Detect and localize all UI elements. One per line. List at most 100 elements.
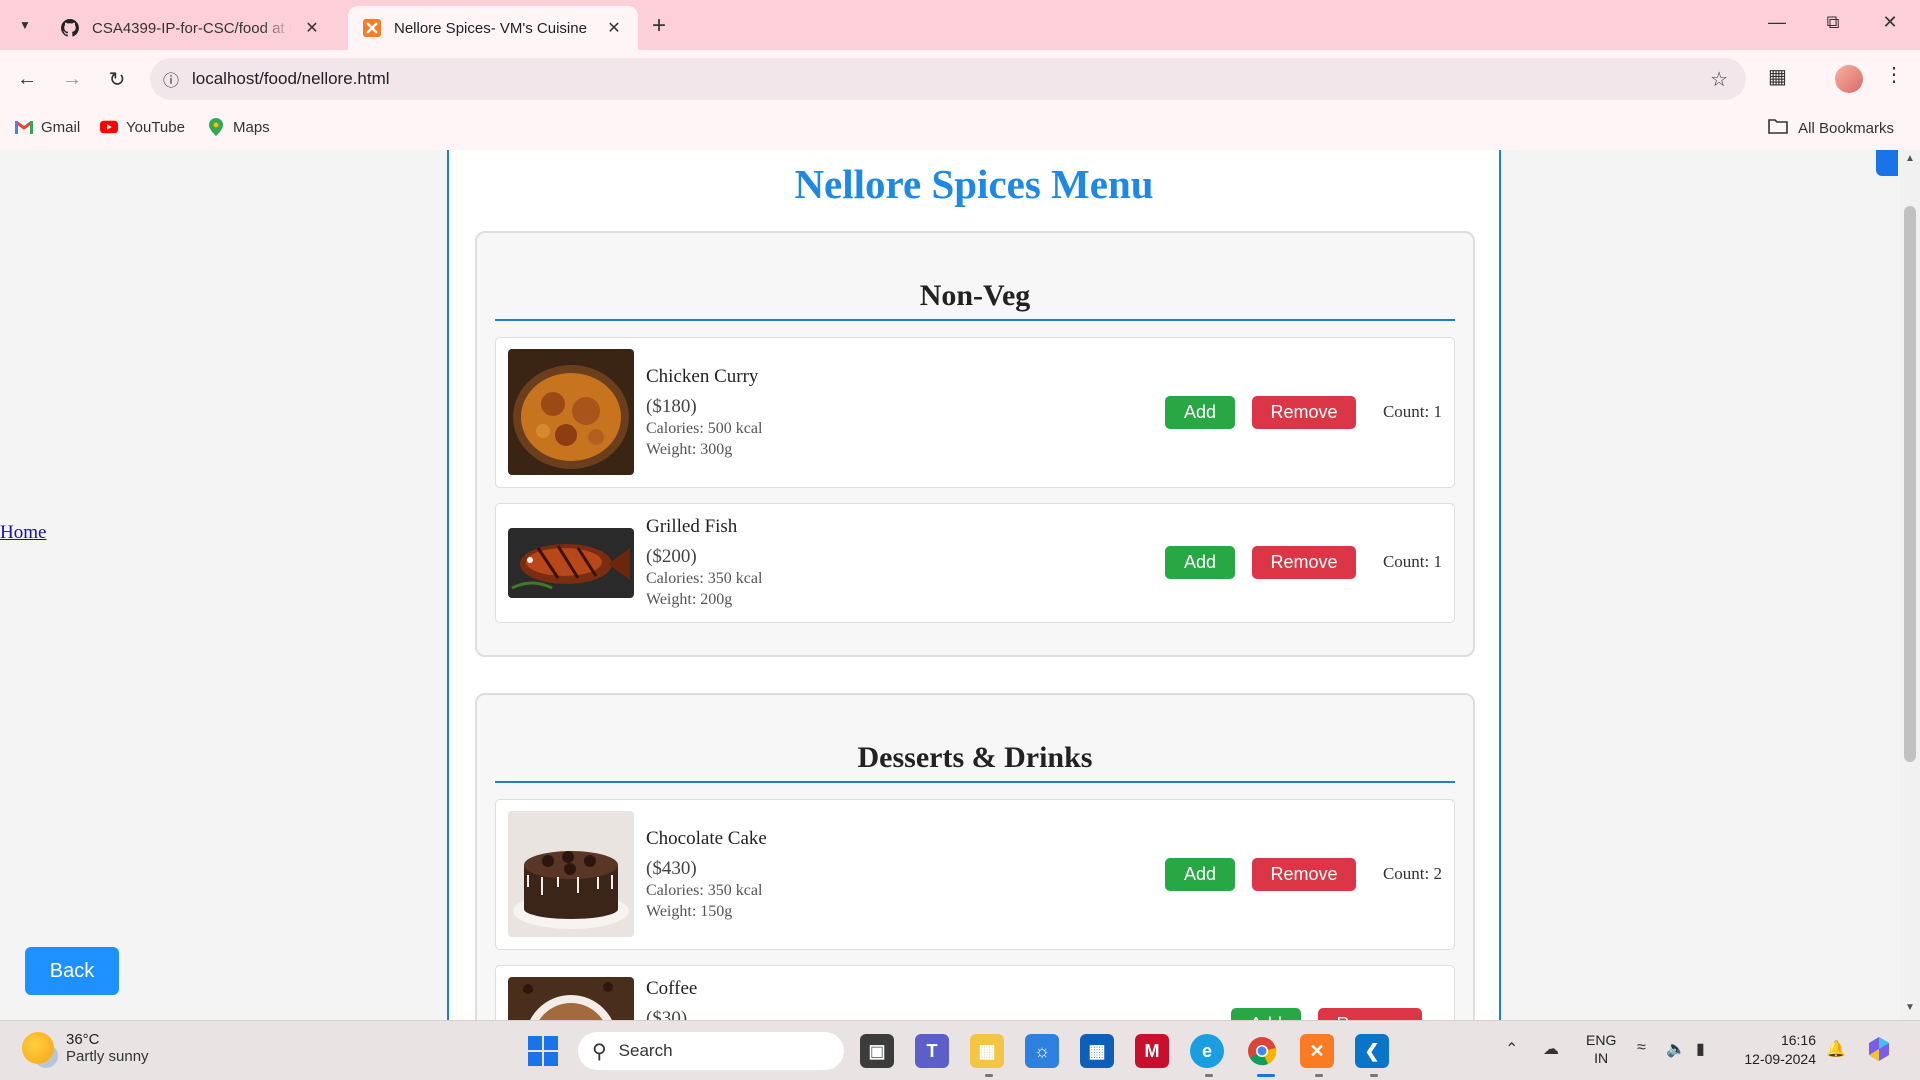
- scroll-down-icon[interactable]: ▼: [1905, 1002, 1915, 1013]
- running-indicator: [1370, 1074, 1378, 1077]
- taskbar-search[interactable]: ⚲ Search: [578, 1032, 844, 1070]
- all-bookmarks[interactable]: All Bookmarks: [1768, 118, 1894, 138]
- coffee-image: [508, 977, 634, 1020]
- menu-item: Chocolate Cake ($430) Calories: 350 kcal…: [495, 799, 1455, 950]
- menu-section-desserts-drinks: Desserts & Drinks Chocolate Cake ($430) …: [475, 693, 1475, 1020]
- bookmark-gmail[interactable]: Gmail: [15, 118, 80, 136]
- chevron-down-icon: ▼: [19, 18, 31, 32]
- remove-button[interactable]: Remove: [1252, 546, 1356, 579]
- notification-bell-icon[interactable]: 🔔: [1826, 1039, 1846, 1059]
- language-indicator[interactable]: ENG IN: [1586, 1031, 1616, 1067]
- wifi-icon[interactable]: ≈: [1637, 1039, 1646, 1057]
- avatar[interactable]: [1835, 65, 1863, 93]
- folder-icon: [1768, 118, 1788, 138]
- item-count: Count: 2: [1382, 864, 1442, 883]
- chocolate-cake-image: [508, 811, 634, 937]
- item-info: Chocolate Cake ($430) Calories: 350 kcal…: [646, 828, 767, 922]
- side-panel-tab[interactable]: [1876, 150, 1898, 176]
- battery-icon[interactable]: ▮: [1696, 1039, 1705, 1059]
- reload-icon[interactable]: ↻: [102, 64, 132, 94]
- tab-github[interactable]: CSA4399-IP-for-CSC/food at main ✕: [46, 6, 336, 50]
- onedrive-icon[interactable]: ☁: [1543, 1039, 1559, 1059]
- close-icon[interactable]: ✕: [302, 18, 322, 38]
- tab-strip: ▼ CSA4399-IP-for-CSC/food at main ✕ Nell…: [0, 0, 1920, 50]
- home-link[interactable]: Home: [0, 522, 46, 544]
- item-price: ($200): [646, 546, 697, 567]
- tray-overflow-icon[interactable]: ⌃: [1505, 1039, 1518, 1059]
- scrollbar[interactable]: ▲ ▼: [1900, 150, 1920, 1020]
- add-button[interactable]: Add: [1165, 546, 1235, 579]
- weather-app-icon[interactable]: ☼: [1025, 1034, 1059, 1068]
- item-info: Coffee ($30): [646, 978, 697, 1020]
- file-explorer-icon[interactable]: ▦: [970, 1034, 1004, 1068]
- remove-button[interactable]: Remove: [1252, 396, 1356, 429]
- add-button[interactable]: Add: [1165, 396, 1235, 429]
- menu-item: Coffee ($30) Add Remove: [495, 965, 1455, 1020]
- window-close-icon[interactable]: ✕: [1875, 12, 1905, 33]
- partly-sunny-icon: [22, 1032, 54, 1064]
- extensions-icon[interactable]: ▦: [1768, 64, 1787, 89]
- menu-container: Nellore Spices Menu Non-Veg Chicken Curr…: [447, 150, 1501, 1020]
- item-name: Coffee: [646, 978, 698, 999]
- active-indicator: [1257, 1074, 1275, 1077]
- add-button[interactable]: Add: [1231, 1008, 1301, 1020]
- bookmark-label: YouTube: [126, 118, 185, 136]
- close-icon[interactable]: ✕: [604, 18, 624, 38]
- restore-icon[interactable]: ⧉: [1818, 12, 1848, 33]
- teams-icon[interactable]: T: [915, 1034, 949, 1068]
- youtube-icon: [100, 118, 118, 136]
- new-tab-icon[interactable]: +: [652, 12, 666, 40]
- bookmarks-bar: Gmail YouTube Maps All Bookmarks: [0, 108, 1920, 150]
- minimize-icon[interactable]: —: [1762, 12, 1792, 33]
- all-bookmarks-label: All Bookmarks: [1798, 119, 1894, 137]
- xampp-taskbar-icon[interactable]: ✕: [1300, 1034, 1334, 1068]
- site-info-icon[interactable]: ⓘ: [150, 67, 192, 91]
- page-title: Nellore Spices Menu: [794, 161, 1154, 207]
- url-text[interactable]: localhost/food/nellore.html: [192, 69, 390, 89]
- tab-title: Nellore Spices- VM's Cuisine: [394, 19, 587, 37]
- task-view-icon[interactable]: ▣: [860, 1034, 894, 1068]
- add-button[interactable]: Add: [1165, 858, 1235, 891]
- scroll-up-icon[interactable]: ▲: [1905, 153, 1915, 164]
- search-placeholder: Search: [618, 1041, 673, 1060]
- browser-toolbar: ← → ↻ ⓘ localhost/food/nellore.html ☆ ▦ …: [0, 50, 1920, 108]
- tab-nellore-spices[interactable]: Nellore Spices- VM's Cuisine ✕: [348, 6, 638, 50]
- bookmark-label: Gmail: [41, 118, 81, 136]
- more-menu-icon[interactable]: ⋮: [1884, 62, 1904, 87]
- address-bar[interactable]: ⓘ localhost/food/nellore.html ☆: [150, 58, 1746, 100]
- chrome-icon[interactable]: [1245, 1034, 1279, 1068]
- bookmark-star-icon[interactable]: ☆: [1710, 67, 1728, 92]
- time: 16:16: [1780, 1032, 1816, 1048]
- item-name: Chicken Curry: [646, 366, 759, 387]
- vscode-icon[interactable]: ❮: [1355, 1034, 1389, 1068]
- back-button[interactable]: Back: [25, 947, 119, 995]
- item-price: ($430): [646, 858, 697, 879]
- copilot-icon[interactable]: [1865, 1035, 1893, 1068]
- bookmark-youtube[interactable]: YouTube: [100, 118, 185, 136]
- item-weight: Weight: 300g: [646, 441, 733, 458]
- tab-search-button[interactable]: ▼: [10, 11, 40, 39]
- weather-widget[interactable]: 36°C Partly sunny: [22, 1031, 149, 1065]
- page-viewport: Home Back Nellore Spices Menu Non-Veg Ch…: [0, 150, 1920, 1020]
- maps-icon: [207, 118, 225, 136]
- gmail-icon: [15, 118, 33, 136]
- clock[interactable]: 16:16 12-09-2024: [1736, 1031, 1816, 1069]
- scroll-thumb[interactable]: [1904, 206, 1916, 762]
- section-heading: Non-Veg: [495, 279, 1455, 321]
- remove-button[interactable]: Remove: [1318, 1008, 1422, 1020]
- store-icon[interactable]: ▦: [1080, 1034, 1114, 1068]
- volume-muted-icon[interactable]: 🔈: [1666, 1039, 1686, 1059]
- remove-button[interactable]: Remove: [1252, 858, 1356, 891]
- bookmark-maps[interactable]: Maps: [207, 118, 270, 136]
- item-calories: Calories: 350 kcal: [646, 570, 763, 587]
- forward-arrow-icon[interactable]: →: [57, 64, 87, 94]
- windows-start-icon[interactable]: [528, 1036, 558, 1066]
- search-icon: ⚲: [592, 1040, 607, 1063]
- menu-item: Grilled Fish ($200) Calories: 350 kcal W…: [495, 503, 1455, 623]
- mcafee-icon[interactable]: M: [1135, 1034, 1169, 1068]
- back-arrow-icon[interactable]: ←: [12, 64, 42, 94]
- edge-icon[interactable]: e: [1190, 1034, 1224, 1068]
- item-calories: Calories: 500 kcal: [646, 420, 763, 437]
- running-indicator: [1315, 1074, 1323, 1077]
- item-weight: Weight: 150g: [646, 903, 733, 920]
